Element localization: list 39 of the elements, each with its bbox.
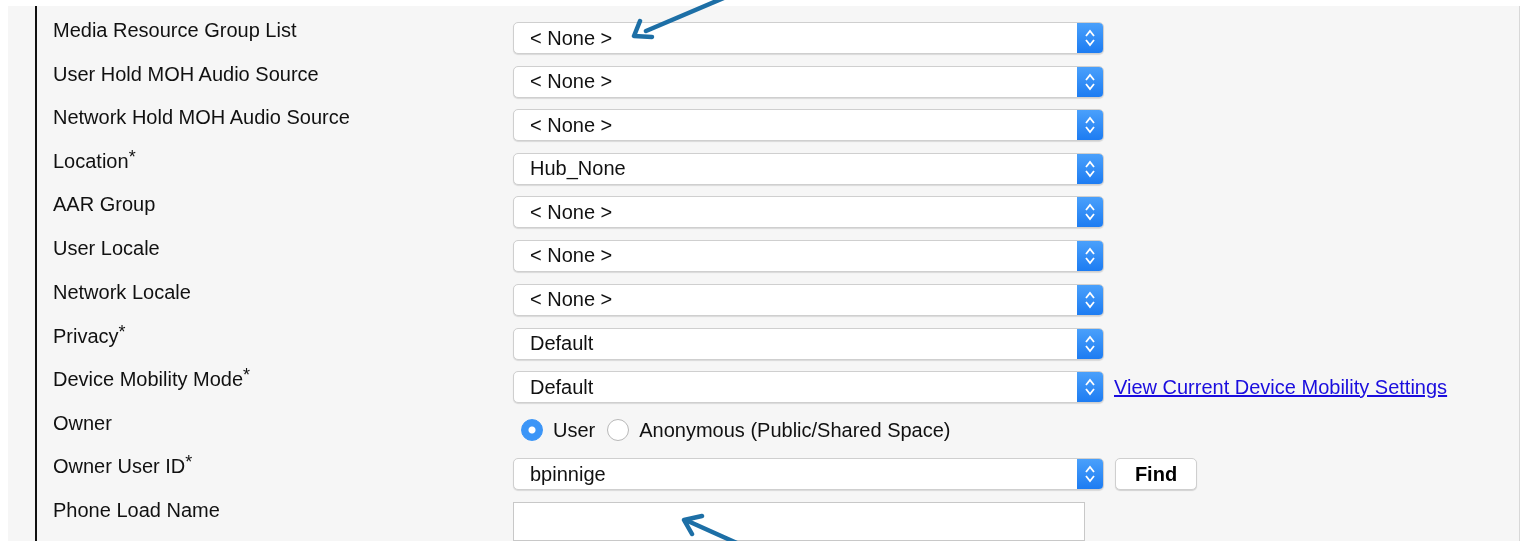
field-label: Location$^{*}$ [53,146,137,173]
chevron-icon [1084,71,1096,92]
radio-label[interactable]: User [553,418,596,442]
dropdown[interactable]: < None > [513,65,1104,98]
chevron-icon [1084,377,1096,398]
field-label: Network Locale [53,279,192,304]
chevron-icon [1084,28,1096,48]
radio-label[interactable]: Anonymous (Public/Shared Space) [639,418,951,442]
field-label: Media Resource Group List [53,18,298,42]
link[interactable]: View Current Device Mobility Settings [1114,375,1448,399]
dropdown[interactable]: < None > [513,239,1104,272]
field-label: User Locale [53,235,161,260]
field-label: Owner [53,410,113,435]
dropdown[interactable]: < None > [513,196,1104,229]
chevron-icon [1084,158,1096,179]
radio-button[interactable] [607,419,630,442]
dropdown[interactable]: Hub_None [513,152,1104,185]
field-label: Network Hold MOH Audio Source [53,105,351,130]
dropdown[interactable]: < None > [513,283,1104,316]
chevron-icon [1084,245,1096,266]
chevron-icon [1084,115,1096,136]
field-label: Owner User ID$^{*}$ [53,452,194,479]
field-label: User Hold MOH Audio Source [53,61,320,86]
field-label: AAR Group [53,192,157,217]
chevron-icon [1084,464,1096,485]
chevron-icon [1084,333,1096,354]
field-label: Phone Load Name [53,497,221,522]
field-label: Privacy$^{*}$ [53,321,127,348]
input-field[interactable] [513,501,1085,541]
field-label: Device Mobility Mode$^{*}$ [53,365,252,392]
chevron-icon [1084,202,1096,223]
dropdown[interactable]: < None > [513,22,1104,54]
dropdown[interactable]: Default [513,327,1104,360]
chevron-icon [1084,289,1096,310]
radio-button[interactable] [521,419,543,442]
dropdown[interactable]: < None > [513,109,1104,142]
find-button[interactable]: Find [1115,458,1197,491]
dropdown[interactable]: Default [513,371,1104,404]
dropdown[interactable]: bpinnige [513,458,1104,491]
